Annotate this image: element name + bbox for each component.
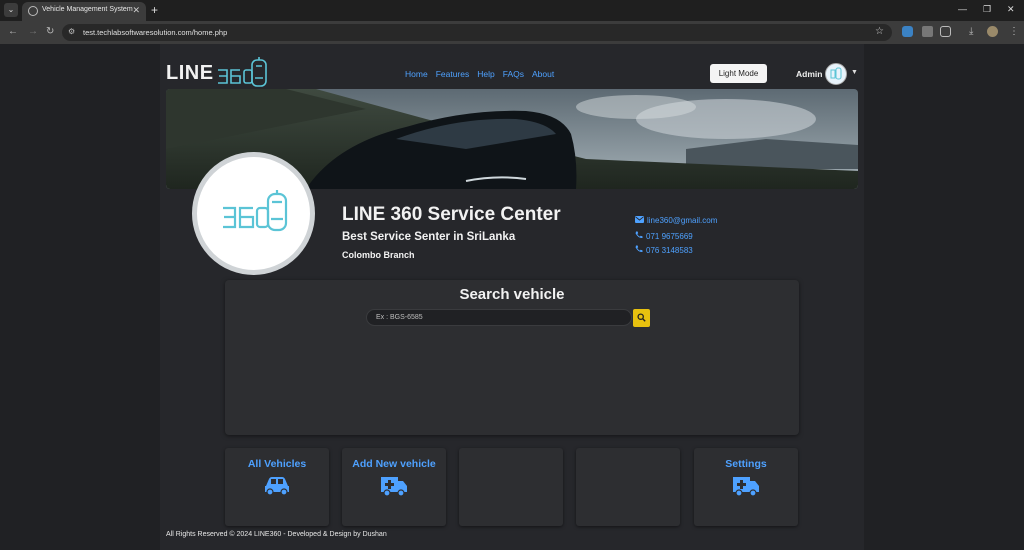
new-tab-button[interactable]: + [151,3,158,17]
add-new-vehicle-label: Add New vehicle [352,458,436,470]
close-tab-icon[interactable]: ✕ [132,5,140,16]
nav-features-link[interactable]: Features [436,69,470,79]
email-text: line360@gmail.com [647,216,718,225]
settings-label: Settings [725,458,767,470]
all-vehicles-label: All Vehicles [247,458,307,470]
search-input[interactable] [366,309,632,326]
branch-name: Colombo Branch [342,250,415,260]
logo-360-graphic [217,57,267,87]
profile-logo-circle [192,152,315,275]
menu-icon[interactable]: ⋮ [1009,26,1019,37]
globe-icon [28,6,38,16]
download-icon[interactable]: ⤓ [969,26,973,37]
browser-toolbar: ← → ↻ ⚙ test.techlabsoftwaresolution.com… [0,21,1024,44]
back-icon[interactable]: ← [8,26,18,37]
search-button[interactable] [633,309,650,327]
site-logo[interactable]: LINE [166,56,270,90]
contact-phone-1[interactable]: 071 9675669 [635,231,693,241]
extensions-puzzle-icon[interactable] [940,26,951,37]
main-nav: Home Features Help FAQs About [405,69,554,79]
contact-email[interactable]: line360@gmail.com [635,216,717,225]
user-name[interactable]: Admin [796,69,822,79]
settings-vehicle-icon [694,475,798,502]
forward-icon[interactable]: → [28,26,38,37]
camera-extension-icon[interactable] [922,26,933,37]
footer-copyright: All Rights Reserved © 2024 LINE360 - Dev… [166,531,387,538]
empty-card-1 [459,448,563,526]
extension-icon[interactable] [902,26,913,37]
all-vehicles-card[interactable]: All Vehicles [225,448,329,526]
service-center-name: LINE 360 Service Center [342,204,561,225]
browser-tab[interactable]: Vehicle Management System ✕ [22,2,146,21]
phone-icon [635,231,643,241]
nav-about-link[interactable]: About [532,69,554,79]
bookmark-star-icon[interactable]: ☆ [875,26,884,37]
phone-icon [635,245,643,255]
minimize-icon[interactable]: — [958,4,967,14]
profile-avatar-icon[interactable] [987,26,998,37]
empty-card-2 [576,448,680,526]
add-new-vehicle-card[interactable]: Add New vehicle [342,448,446,526]
url-text: test.techlabsoftwaresolution.com/home.ph… [83,28,228,37]
address-bar[interactable]: ⚙ test.techlabsoftwaresolution.com/home.… [62,24,892,41]
restore-icon[interactable]: ❐ [983,4,991,15]
nav-faqs-link[interactable]: FAQs [503,69,524,79]
page-viewport: LINE Home Features Help FAQs About Light… [0,44,1024,550]
logo-text: LINE [166,61,214,84]
nav-home-link[interactable]: Home [405,69,428,79]
search-vehicle-panel: Search vehicle [225,280,799,435]
search-title: Search vehicle [459,286,565,303]
browser-chrome: ⌄ Vehicle Management System ✕ + — ❐ ✕ ← … [0,0,1024,44]
tab-title: Vehicle Management System [42,6,133,13]
envelope-icon [635,216,644,225]
search-icon [637,309,646,327]
nav-help-link[interactable]: Help [477,69,494,79]
tab-strip: ⌄ Vehicle Management System ✕ + — ❐ ✕ [0,0,1024,21]
window-close-icon[interactable]: ✕ [1007,4,1015,15]
phone-text: 071 9675669 [646,231,693,241]
avatar[interactable] [825,63,847,85]
contact-phone-2[interactable]: 076 3148583 [635,245,693,255]
tab-search-icon[interactable]: ⌄ [4,3,18,17]
phone-text: 076 3148583 [646,245,693,255]
main-content: LINE Home Features Help FAQs About Light… [160,44,864,550]
light-mode-button[interactable]: Light Mode [710,64,767,83]
settings-card[interactable]: Settings [694,448,798,526]
reload-icon[interactable]: ↻ [46,26,54,37]
chevron-down-icon[interactable]: ▼ [851,69,858,76]
service-center-tagline: Best Service Senter in SriLanka [342,231,516,243]
ambulance-icon [342,475,446,502]
car-icon [225,475,329,500]
site-info-icon[interactable]: ⚙ [68,27,75,36]
